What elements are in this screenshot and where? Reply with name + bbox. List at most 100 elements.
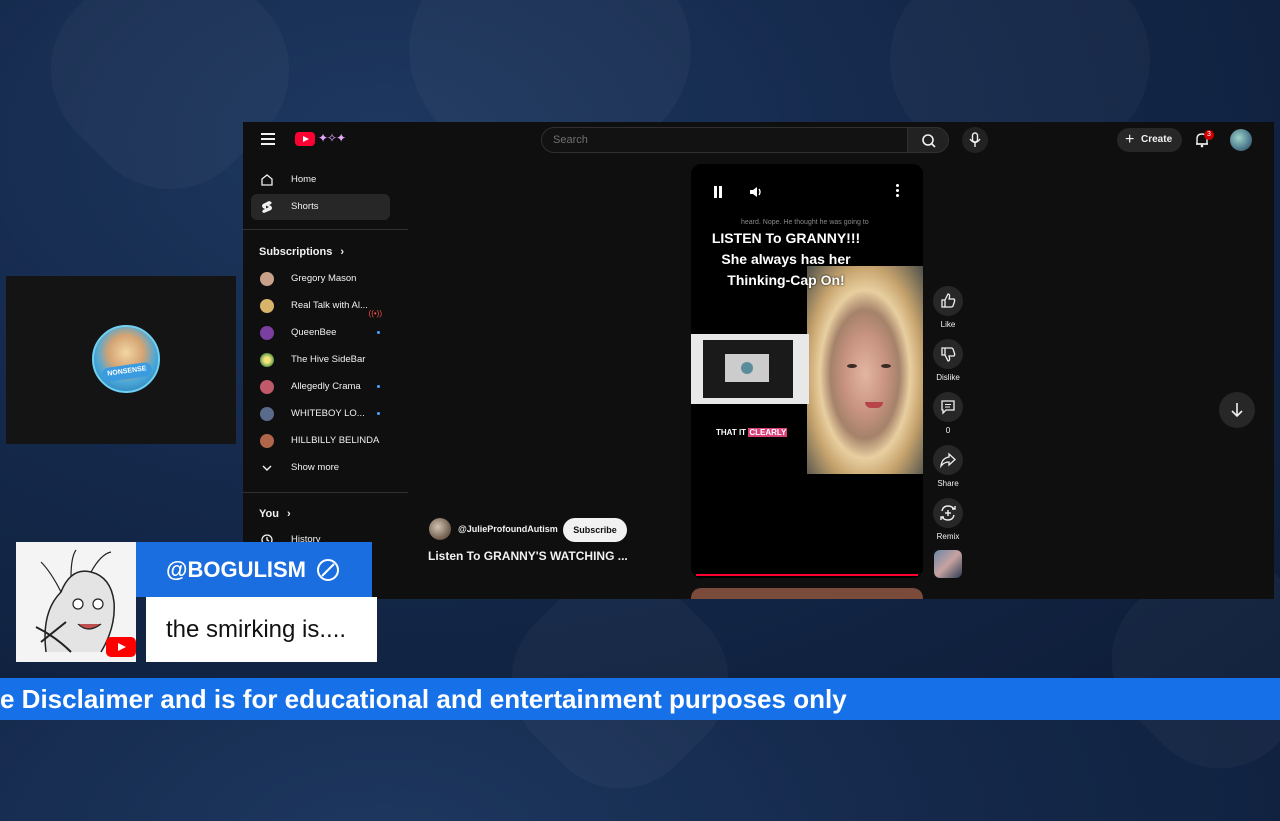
overlay-title: LISTEN To GRANNY!!! She always has her T… [706, 228, 866, 291]
search-icon [922, 134, 936, 148]
chat-username: @BOGULISM [136, 542, 372, 597]
sidebar-item-subscription[interactable]: Gregory Mason [251, 266, 390, 292]
disclaimer-ticker: e Disclaimer and is for educational and … [0, 678, 1280, 720]
shorts-player[interactable]: heard. Nope. He thought he was going to … [691, 164, 923, 578]
create-button[interactable]: + Create [1117, 128, 1182, 152]
sidebar-item-subscription[interactable]: WHITEBOY LO... [251, 401, 390, 427]
thumbs-down-icon [941, 347, 956, 362]
channel-avatar [260, 326, 274, 340]
avatar-badge: NONSENSE [101, 361, 153, 383]
chevron-right-icon: › [340, 246, 345, 258]
logo-doodle-icon: ✦✧✦ [318, 131, 346, 145]
screen-window [725, 354, 769, 382]
caption-text: THAT IT [716, 428, 747, 437]
next-short-preview[interactable] [691, 588, 923, 599]
audio-source-thumbnail[interactable] [934, 550, 962, 578]
video-frame-screen [691, 334, 809, 404]
sidebar-item-label: WHITEBOY LO... [291, 408, 365, 419]
search-input[interactable]: Search [541, 127, 907, 153]
comment-icon [941, 400, 955, 415]
sidebar-item-subscription[interactable]: Real Talk with Al... ((•)) [251, 293, 390, 319]
notification-count-badge: 3 [1204, 130, 1214, 140]
new-content-dot [377, 331, 380, 334]
sidebar-item-label: Gregory Mason [291, 273, 357, 284]
sidebar-divider [243, 492, 408, 493]
next-short-button[interactable] [1219, 392, 1255, 428]
short-title[interactable]: Listen To GRANNY'S WATCHING ... [428, 549, 628, 563]
remix-button[interactable]: Remix [933, 498, 963, 541]
eye-shape [881, 364, 891, 368]
chat-message: the smirking is.... [146, 597, 377, 662]
prohibited-icon [317, 559, 339, 581]
webcam-panel: NONSENSE [6, 276, 236, 444]
channel-avatar [260, 272, 274, 286]
you-heading[interactable]: You › [259, 508, 291, 520]
sidebar-item-label: Real Talk with Al... [291, 300, 368, 311]
search-button[interactable] [907, 127, 949, 153]
sidebar-item-subscription[interactable]: The Hive SideBar [251, 347, 390, 373]
you-label: You [259, 508, 279, 520]
share-button[interactable]: Share [933, 445, 963, 488]
channel-avatar [260, 434, 274, 448]
arrow-down-icon [1231, 403, 1243, 418]
sidebar-item-label: Home [291, 174, 317, 185]
youtube-platform-icon [106, 637, 136, 657]
more-options-icon[interactable] [896, 184, 899, 199]
microphone-icon [969, 132, 981, 147]
subscriptions-label: Subscriptions [259, 246, 333, 258]
live-icon: ((•)) [368, 309, 382, 318]
sidebar-item-shorts[interactable]: Shorts [251, 194, 390, 220]
voice-search-button[interactable] [962, 127, 988, 153]
remix-label: Remix [936, 532, 960, 541]
overlay-title-line: LISTEN To GRANNY!!! [711, 230, 861, 246]
chat-username-text: @BOGULISM [166, 557, 307, 582]
sidebar-item-subscription[interactable]: QueenBee [251, 320, 390, 346]
subscriptions-heading[interactable]: Subscriptions › [259, 246, 344, 258]
sidebar-item-label: HILLBILLY BELINDA [291, 435, 380, 446]
show-more-button[interactable]: Show more [251, 455, 390, 481]
profile-avatar[interactable] [1230, 129, 1252, 151]
youtube-logo[interactable] [295, 132, 315, 146]
pause-icon[interactable] [713, 186, 723, 198]
create-label: Create [1141, 134, 1173, 145]
chevron-down-icon [262, 465, 272, 471]
eye-shape [847, 364, 857, 368]
top-bar: ✦✧✦ Search + Create 3 [243, 122, 1274, 158]
like-label: Like [940, 320, 956, 329]
caption-highlight: CLEARLY [748, 428, 788, 437]
video-caption: THAT IT CLEARLY [716, 428, 788, 437]
plus-icon: + [1125, 131, 1135, 148]
new-content-dot [377, 385, 380, 388]
comments-button[interactable]: 0 [933, 392, 963, 435]
dislike-button-circle [933, 339, 963, 369]
overlay-title-line: She always has her [721, 251, 851, 267]
overlay-caption-small: heard. Nope. He thought he was going to [741, 219, 869, 226]
mouth-shape [865, 402, 883, 408]
channel-handle[interactable]: @JulieProfoundAutism [458, 524, 558, 534]
subscribe-button[interactable]: Subscribe [563, 518, 627, 542]
sidebar-item-label: The Hive SideBar [291, 354, 366, 365]
channel-avatar [260, 407, 274, 421]
channel-avatar[interactable] [429, 518, 451, 540]
dislike-label: Dislike [936, 373, 960, 382]
menu-icon[interactable] [261, 133, 275, 145]
sidebar-item-label: Shorts [291, 201, 319, 212]
sidebar-item-label: Show more [291, 462, 340, 473]
channel-avatar [260, 380, 274, 394]
sidebar-item-home[interactable]: Home [251, 167, 390, 193]
sidebar-item-label: QueenBee [291, 327, 337, 338]
like-button[interactable]: Like [933, 286, 963, 329]
dislike-button[interactable]: Dislike [933, 339, 963, 382]
comments-count: 0 [945, 426, 951, 435]
like-button-circle [933, 286, 963, 316]
sidebar-item-subscription[interactable]: HILLBILLY BELINDA [251, 428, 390, 454]
overlay-title-line: Thinking-Cap On! [727, 272, 845, 288]
sidebar: Home Shorts Subscriptions › Gregory Maso… [243, 164, 408, 599]
home-icon [261, 174, 273, 186]
remix-button-circle [933, 498, 963, 528]
comments-button-circle [933, 392, 963, 422]
playback-progress-bar[interactable] [696, 574, 918, 576]
remix-icon [940, 505, 956, 521]
volume-icon[interactable] [748, 184, 764, 200]
sidebar-item-subscription[interactable]: Allegedly Crama [251, 374, 390, 400]
